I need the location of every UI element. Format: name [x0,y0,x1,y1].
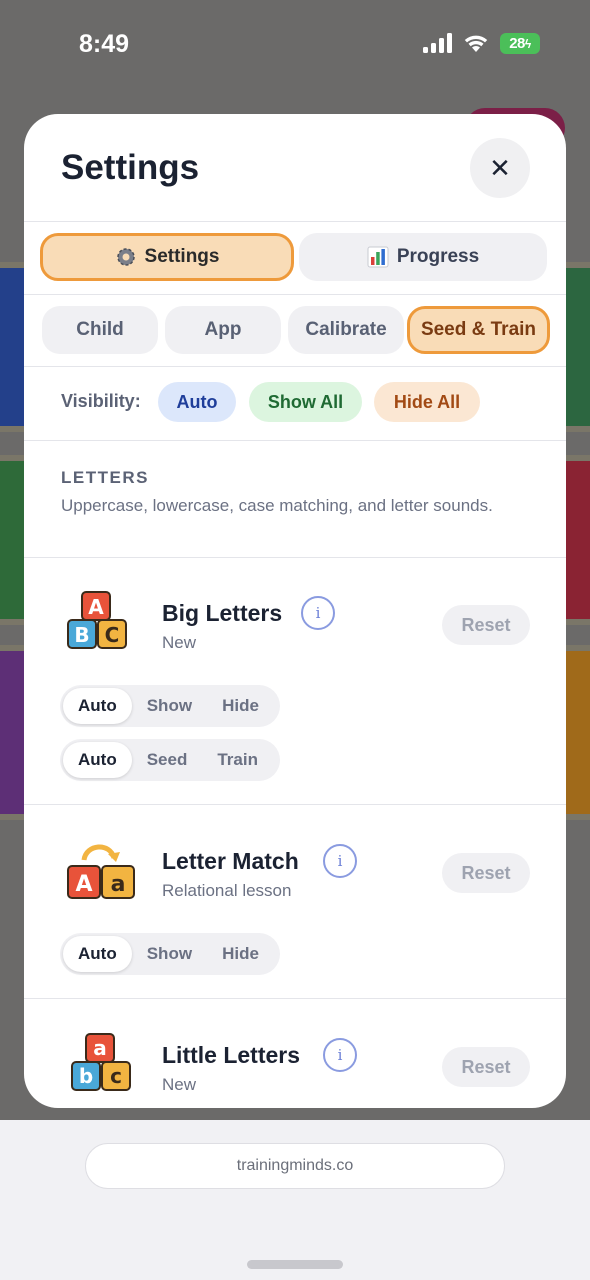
cellular-signal-icon [423,33,453,53]
mode-segmented-control: Auto Seed Train [60,739,280,781]
segment-auto[interactable]: Auto [63,742,132,778]
url-text: trainingminds.co [236,1157,354,1174]
visibility-label: Visibility: [61,391,141,411]
visibility-show-all-button[interactable]: Show All [249,382,362,422]
svg-text:A: A [75,872,92,897]
gear-icon [116,248,135,266]
svg-text:c: c [110,1064,122,1088]
visibility-segmented-control: Auto Show Hide [60,933,280,975]
wifi-icon [464,35,488,52]
segment-auto[interactable]: Auto [63,936,132,972]
info-icon-label: i [315,604,321,622]
close-icon: ✕ [489,152,511,183]
svg-text:B: B [74,623,89,647]
svg-text:b: b [79,1064,93,1088]
sheet-title: Settings [61,148,200,187]
home-indicator[interactable] [247,1260,343,1269]
status-bar: 8:49 28 ϟ [0,0,590,90]
segment-show[interactable]: Show [132,936,207,972]
segment-train[interactable]: Train [202,742,273,778]
item-subtitle: New [162,633,197,652]
segment-show[interactable]: Show [132,688,207,724]
battery-level: 28 [509,35,525,52]
item-subtitle: New [162,1075,197,1094]
divider [24,221,566,222]
abc-blocks-icon: A B C [67,591,127,649]
subtab-calibrate[interactable]: Calibrate [288,306,404,354]
section-description: Uppercase, lowercase, case matching, and… [61,496,493,515]
tab-settings[interactable]: Settings [40,233,294,281]
subtab-app[interactable]: App [165,306,281,354]
svg-text:a: a [93,1036,107,1060]
divider [24,998,566,999]
info-icon[interactable]: i [323,844,357,878]
close-button[interactable]: ✕ [470,138,530,198]
info-icon-label: i [337,852,343,870]
svg-text:A: A [88,595,104,619]
item-name: Letter Match [162,848,299,874]
visibility-auto-button[interactable]: Auto [158,382,236,422]
item-subtitle: Relational lesson [162,881,292,900]
reset-button[interactable]: Reset [442,1047,530,1087]
subtab-seed-train[interactable]: Seed & Train [407,306,550,354]
bar-chart-icon [367,246,389,268]
info-icon[interactable]: i [301,596,335,630]
status-time: 8:49 [79,30,130,58]
tab-progress-label: Progress [396,246,480,267]
svg-text:a: a [111,872,126,897]
segment-hide[interactable]: Hide [207,936,274,972]
settings-sheet: Settings ✕ Settings Progress Child App C… [24,114,566,1108]
info-icon[interactable]: i [323,1038,357,1072]
subtab-child[interactable]: Child [42,306,158,354]
lowercase-blocks-icon: a b c [71,1033,131,1091]
tab-progress[interactable]: Progress [299,233,547,281]
divider [24,804,566,805]
segment-hide[interactable]: Hide [207,688,274,724]
segment-auto[interactable]: Auto [63,688,132,724]
section-title: LETTERS [61,468,149,487]
visibility-hide-all-button[interactable]: Hide All [374,382,480,422]
item-name: Little Letters [162,1042,301,1068]
reset-button[interactable]: Reset [442,853,530,893]
letter-match-blocks-icon: A a [67,844,135,899]
svg-text:C: C [105,623,120,647]
tab-settings-label: Settings [144,246,220,267]
info-icon-label: i [337,1046,343,1064]
divider [24,366,566,367]
divider [24,557,566,558]
item-name: Big Letters [162,600,283,626]
divider [24,440,566,441]
reset-button[interactable]: Reset [442,605,530,645]
visibility-segmented-control: Auto Show Hide [60,685,280,727]
segment-seed[interactable]: Seed [132,742,203,778]
divider [24,294,566,295]
address-bar[interactable]: trainingminds.co [85,1143,505,1189]
battery-icon: 28 ϟ [500,33,540,54]
